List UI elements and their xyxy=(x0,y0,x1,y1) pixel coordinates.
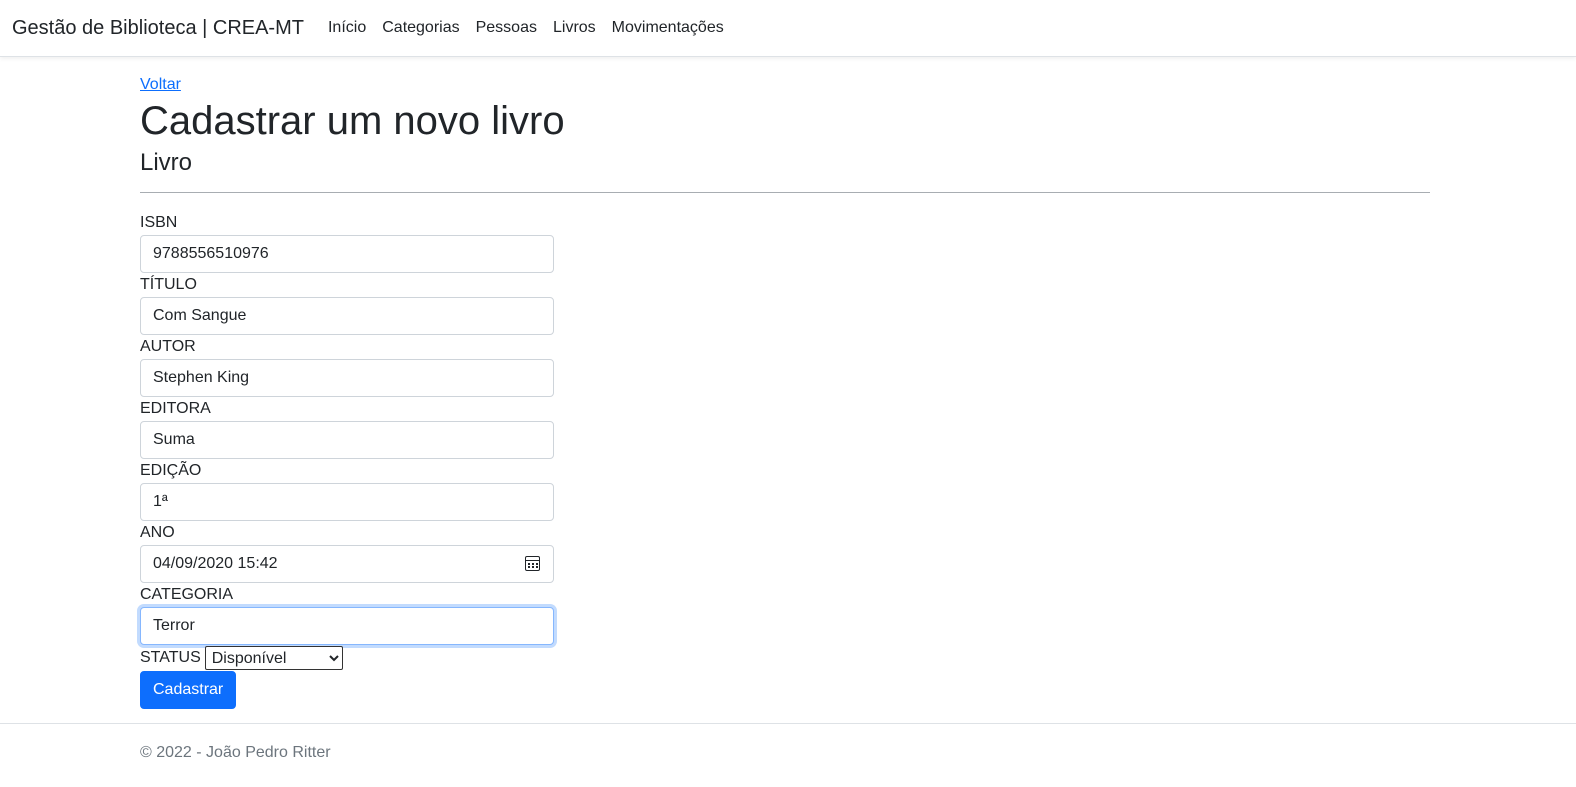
status-label: STATUS xyxy=(140,649,201,666)
footer-text: © 2022 - João Pedro Ritter xyxy=(140,744,331,761)
ano-label: ANO xyxy=(140,524,175,541)
submit-button[interactable]: Cadastrar xyxy=(140,671,237,709)
autor-label: AUTOR xyxy=(140,338,196,355)
ano-group: ANO xyxy=(140,521,554,583)
editora-label: EDITORA xyxy=(140,400,211,417)
isbn-group: ISBN xyxy=(140,211,554,273)
nav-link-inicio[interactable]: Início xyxy=(328,19,366,37)
ano-field-wrap xyxy=(140,545,554,583)
autor-group: AUTOR xyxy=(140,335,554,397)
categoria-input[interactable] xyxy=(140,607,554,645)
isbn-label: ISBN xyxy=(140,214,178,231)
status-row: STATUS Disponível xyxy=(140,645,1430,671)
divider xyxy=(140,192,1430,193)
nav-link-movimentacoes[interactable]: Movimentações xyxy=(612,19,724,37)
section-title: Livro xyxy=(140,149,193,176)
edicao-label: EDIÇÃO xyxy=(140,462,202,479)
categoria-group: CATEGORIA xyxy=(140,583,554,645)
top-navbar: Gestão de Biblioteca | CREA-MT Início Ca… xyxy=(0,0,1576,57)
status-select[interactable]: Disponível xyxy=(204,646,343,670)
editora-input[interactable] xyxy=(140,421,554,459)
titulo-group: TÍTULO xyxy=(140,273,554,335)
autor-input[interactable] xyxy=(140,359,554,397)
categoria-label: CATEGORIA xyxy=(140,586,234,603)
book-form: ISBN TÍTULO AUTOR EDITORA EDIÇÃO ANO xyxy=(140,211,1430,709)
back-link[interactable]: Voltar xyxy=(140,74,181,96)
main-content: Voltar Cadastrar um novo livro Livro ISB… xyxy=(140,74,1430,709)
page-title: Cadastrar um novo livro xyxy=(140,99,565,143)
footer: © 2022 - João Pedro Ritter xyxy=(0,723,1576,787)
edicao-input[interactable] xyxy=(140,483,554,521)
editora-group: EDITORA xyxy=(140,397,554,459)
nav-link-categorias[interactable]: Categorias xyxy=(382,19,459,37)
nav-link-pessoas[interactable]: Pessoas xyxy=(476,19,537,37)
edicao-group: EDIÇÃO xyxy=(140,459,554,521)
ano-datetime-input[interactable] xyxy=(140,545,554,583)
isbn-input[interactable] xyxy=(140,235,554,273)
navbar-brand[interactable]: Gestão de Biblioteca | CREA-MT xyxy=(12,17,304,40)
titulo-label: TÍTULO xyxy=(140,276,197,293)
calendar-icon[interactable] xyxy=(525,556,540,571)
nav-link-livros[interactable]: Livros xyxy=(553,19,596,37)
titulo-input[interactable] xyxy=(140,297,554,335)
